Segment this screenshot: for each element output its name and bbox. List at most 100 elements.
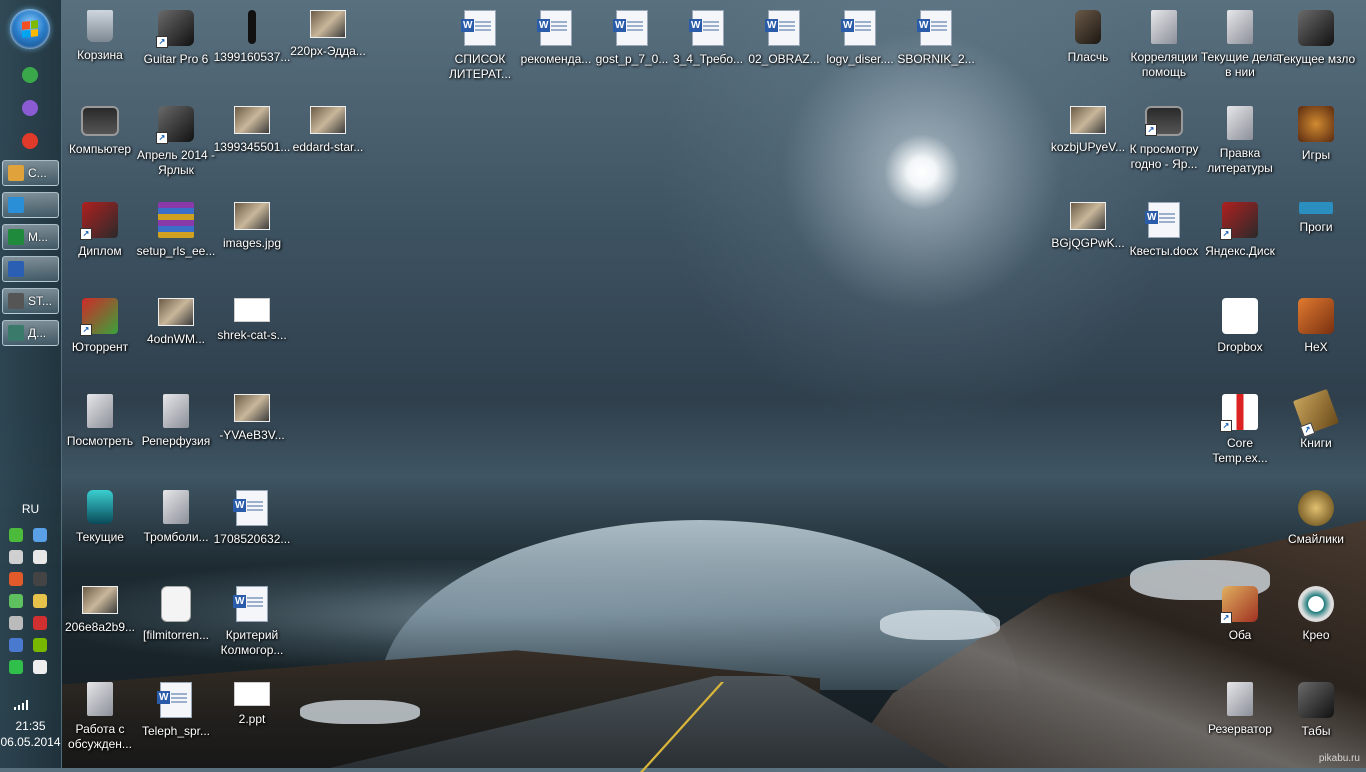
desktop-icon[interactable]: ↗ К просмотру годно - Яр... xyxy=(1126,100,1202,190)
desktop-icon-label: Игры xyxy=(1301,148,1331,162)
desktop-icon[interactable]: Dropbox xyxy=(1202,292,1278,382)
language-indicator[interactable]: RU xyxy=(0,502,61,516)
desktop-icon[interactable]: 2.ppt xyxy=(214,676,290,766)
desktop-icon[interactable]: Текущее мзло xyxy=(1277,4,1355,94)
desktop-icon[interactable]: ↗ Яндекс.Диск xyxy=(1202,196,1278,286)
desktop-icon[interactable]: Правка литературы xyxy=(1202,100,1278,190)
desktop-icon[interactable]: Компьютер xyxy=(62,100,138,190)
desktop-icon[interactable]: СПИСОК ЛИТЕРАТ... xyxy=(442,4,518,94)
desktop-icon[interactable]: Работа с обсужден... xyxy=(62,676,138,766)
desktop-icon[interactable]: 220px-Эдда... xyxy=(290,4,366,94)
desktop-icon[interactable]: eddard-star... xyxy=(290,100,366,190)
tray-usb-icon[interactable] xyxy=(33,660,47,674)
desktop-icon-label: Реперфузия xyxy=(141,434,211,448)
desktop-icon[interactable]: 1708520632... xyxy=(214,484,290,574)
shortcut-arrow-icon: ↗ xyxy=(1220,420,1232,432)
taskbar-button[interactable] xyxy=(2,256,59,282)
desktop-icon-label: Пласчь xyxy=(1067,50,1109,64)
pinned-app[interactable] xyxy=(10,128,50,154)
desktop-icon[interactable]: Тромболи... xyxy=(138,484,214,574)
taskbar-button[interactable]: ST... xyxy=(2,288,59,314)
tray-green-icon[interactable] xyxy=(9,660,23,674)
desktop-icon-label: Апрель 2014 - Ярлык xyxy=(136,148,216,177)
photo-icon xyxy=(1070,106,1106,134)
desktop-icon[interactable]: Крео xyxy=(1278,580,1354,670)
desktop-icon-label: 4odnWM... xyxy=(146,332,206,346)
desktop-icon[interactable]: shrek-cat-s... xyxy=(214,292,290,382)
desktop-icon[interactable]: setup_rls_ee... xyxy=(137,196,215,286)
chip-icon xyxy=(1299,202,1333,214)
desktop-icon[interactable]: Корреляции помощь xyxy=(1126,4,1202,94)
pin-vs-icon xyxy=(22,100,38,116)
games-icon xyxy=(1298,106,1334,142)
folder-icon xyxy=(1227,106,1253,140)
tray-network-icon[interactable] xyxy=(33,594,47,608)
tray-pen-icon[interactable] xyxy=(33,550,47,564)
start-button[interactable] xyxy=(10,9,50,49)
desktop-icon[interactable]: Реперфузия xyxy=(138,388,214,478)
desktop-icon[interactable]: BGjQGPwK... xyxy=(1050,196,1126,286)
desktop-icon[interactable]: 02_OBRAZ... xyxy=(746,4,822,94)
desktop-icon-label: -YVAeB3V... xyxy=(219,428,285,442)
desktop-icon[interactable]: ↗ Оба xyxy=(1202,580,1278,670)
desktop-icon[interactable]: HeX xyxy=(1278,292,1354,382)
desktop-icon[interactable]: Пласчь xyxy=(1050,4,1126,94)
desktop-icon[interactable]: ↗ Юторрент xyxy=(62,292,138,382)
desktop-icon[interactable]: [filmitorren... xyxy=(138,580,214,670)
tray-display-icon[interactable] xyxy=(9,638,23,652)
desktop-icon[interactable]: 1399160537... xyxy=(214,4,290,94)
desktop-icon[interactable]: 1399345501... xyxy=(214,100,290,190)
tray-volume-icon[interactable] xyxy=(9,572,23,586)
desktop-icon[interactable]: images.jpg xyxy=(214,196,290,286)
desktop-icon[interactable]: ↗ Core Temp.ex... xyxy=(1202,388,1278,478)
desktop-icon[interactable]: gost_p_7_0... xyxy=(594,4,670,94)
desktop-icon-label: 1708520632... xyxy=(213,532,291,546)
folder-icon xyxy=(163,394,189,428)
desktop-icon[interactable]: 4odnWM... xyxy=(138,292,214,382)
taskbar-button[interactable] xyxy=(2,192,59,218)
clock[interactable]: 21:35 06.05.2014 xyxy=(0,718,61,750)
desktop-icon[interactable]: рекоменда... xyxy=(518,4,594,94)
shortcut-arrow-icon: ↗ xyxy=(156,132,168,144)
system-tray xyxy=(9,528,55,674)
dark-icon xyxy=(1298,10,1334,46)
tray-window-icon[interactable] xyxy=(9,550,23,564)
desktop-icon[interactable]: Квесты.docx xyxy=(1126,196,1202,286)
desktop-icon[interactable]: Посмотреть xyxy=(62,388,138,478)
desktop-icon[interactable]: Смайлики xyxy=(1278,484,1354,574)
desktop-icon[interactable]: Текущие xyxy=(62,484,138,574)
taskbar-button[interactable]: Д... xyxy=(2,320,59,346)
tray-update-icon[interactable] xyxy=(9,594,23,608)
desktop-icon[interactable]: logv_diser.... xyxy=(822,4,898,94)
desktop-icon[interactable]: ↗ Guitar Pro 6 xyxy=(138,4,214,94)
desktop-icon[interactable]: Teleph_spr... xyxy=(138,676,214,766)
tray-bell-icon[interactable] xyxy=(33,572,47,586)
tray-utorrent-icon[interactable] xyxy=(9,528,23,542)
taskbar-button[interactable]: M... xyxy=(2,224,59,250)
desktop-icon[interactable]: -YVAeB3V... xyxy=(214,388,290,478)
desktop-icon[interactable]: ↗ Диплом xyxy=(62,196,138,286)
photo-icon xyxy=(310,10,346,38)
taskbar-button[interactable]: C... xyxy=(2,160,59,186)
tray-dropbox-icon[interactable] xyxy=(33,528,47,542)
desktop-icon[interactable]: kozbjUPyeV... xyxy=(1050,100,1126,190)
desktop-icon[interactable]: Текущие дела в нии xyxy=(1201,4,1279,94)
signal-icon[interactable] xyxy=(14,700,30,710)
pin-yandex-icon xyxy=(22,133,38,149)
desktop-icon[interactable]: Корзина xyxy=(62,4,138,94)
pinned-app[interactable] xyxy=(10,95,50,121)
dark-icon: ↗ xyxy=(156,10,194,48)
desktop-icon[interactable]: SBORNIK_2... xyxy=(897,4,975,94)
desktop-icon[interactable]: ↗ Книги xyxy=(1278,388,1354,478)
desktop-icon[interactable]: Критерий Колмогор... xyxy=(214,580,290,670)
pinned-app[interactable] xyxy=(10,62,50,88)
desktop-icon[interactable]: 206e8a2b9... xyxy=(62,580,138,670)
tray-blocked-icon[interactable] xyxy=(33,616,47,630)
tray-nvidia-icon[interactable] xyxy=(33,638,47,652)
desktop-icon[interactable]: 3_4_Требо... xyxy=(670,4,746,94)
desktop-icon[interactable]: ↗ Апрель 2014 - Ярлык xyxy=(136,100,216,190)
desktop-icon[interactable]: Игры xyxy=(1278,100,1354,190)
desktop-icon[interactable]: Проги xyxy=(1278,196,1354,286)
desktop-icon[interactable]: Резерватор xyxy=(1202,676,1278,766)
tray-monitor-icon[interactable] xyxy=(9,616,23,630)
